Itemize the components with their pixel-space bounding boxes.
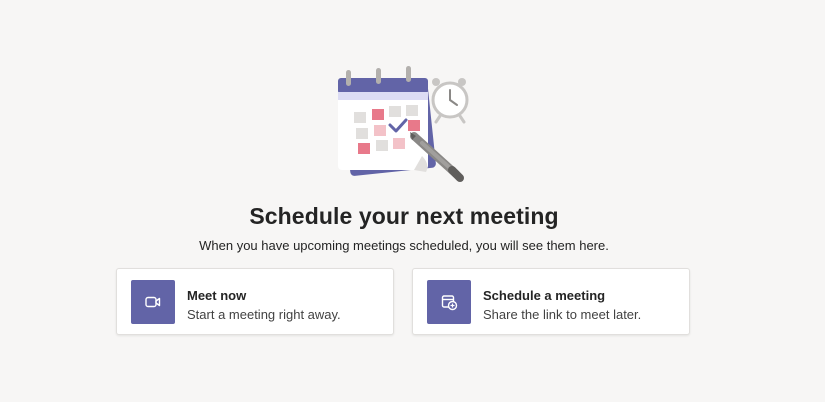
meet-now-title: Meet now xyxy=(187,288,247,303)
schedule-meeting-description: Share the link to meet later. xyxy=(483,307,642,322)
meetings-empty-state: Schedule your next meeting When you have… xyxy=(0,0,825,402)
meet-now-card[interactable]: Meet now Start a meeting right away. xyxy=(116,268,394,335)
meet-now-description: Start a meeting right away. xyxy=(187,307,341,322)
page-subtitle: When you have upcoming meetings schedule… xyxy=(199,238,609,253)
calendar-illustration xyxy=(338,66,469,182)
alarm-clock-icon xyxy=(431,78,469,124)
schedule-meeting-title: Schedule a meeting xyxy=(483,288,606,303)
schedule-meeting-card[interactable]: Schedule a meeting Share the link to mee… xyxy=(412,268,690,335)
calendar-add-icon xyxy=(427,280,471,324)
page-title: Schedule your next meeting xyxy=(249,203,559,229)
video-camera-icon xyxy=(131,280,175,324)
